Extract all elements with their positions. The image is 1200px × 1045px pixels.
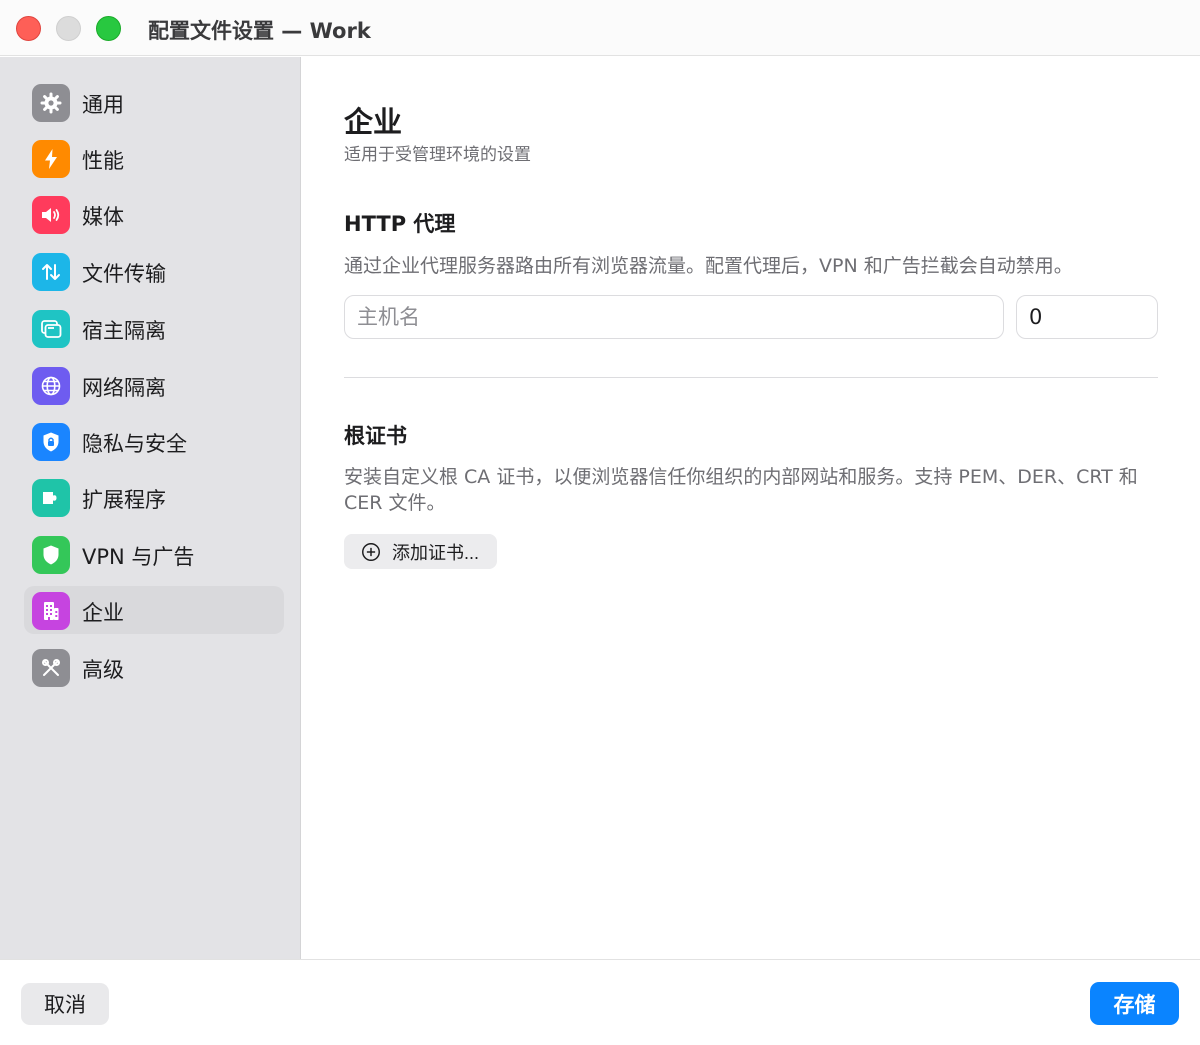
save-button[interactable]: 存储 (1090, 982, 1179, 1025)
sidebar-item-label: 性能 (82, 149, 124, 173)
sidebar-item-label: 扩展程序 (82, 488, 166, 512)
puzzle-icon (32, 479, 70, 517)
cancel-button[interactable]: 取消 (21, 983, 109, 1025)
window-stack-icon (32, 310, 70, 348)
title-bar: 配置文件设置 — Work (0, 0, 1200, 56)
proxy-section-title: HTTP 代理 (344, 212, 456, 236)
sidebar-item-label: VPN 与广告 (82, 545, 195, 569)
page-subtitle: 适用于受管理环境的设置 (344, 145, 531, 165)
footer-bar: 取消 存储 (0, 959, 1200, 1045)
section-divider (344, 377, 1158, 378)
sidebar-item-label: 通用 (82, 93, 124, 117)
proxy-section-description: 通过企业代理服务器路由所有浏览器流量。配置代理后，VPN 和广告拦截会自动禁用。 (344, 255, 1073, 277)
sidebar-item-label: 文件传输 (82, 262, 166, 286)
page-title: 企业 (344, 105, 403, 139)
zoom-window-button[interactable] (96, 16, 121, 41)
tools-icon (32, 649, 70, 687)
sidebar-item-performance[interactable]: 性能 (24, 134, 284, 182)
sidebar-item-extensions[interactable]: 扩展程序 (24, 473, 284, 521)
add-certificate-label: 添加证书... (392, 542, 480, 563)
sidebar-item-enterprise[interactable]: 企业 (24, 586, 284, 634)
window-title: 配置文件设置 — Work (148, 19, 371, 43)
add-certificate-button[interactable]: 添加证书... (344, 534, 498, 569)
sidebar: 通用 性能 媒体 文件传输 宿主隔离 网络隔离 隐私与安全 扩展程序 VPN 与… (0, 57, 301, 959)
sidebar-item-label: 高级 (82, 658, 124, 682)
sidebar-item-label: 媒体 (82, 205, 124, 229)
transfer-arrows-icon (32, 253, 70, 291)
gear-icon (32, 84, 70, 122)
building-icon (32, 592, 70, 630)
globe-icon (32, 367, 70, 405)
sidebar-item-privacy-security[interactable]: 隐私与安全 (24, 417, 284, 465)
proxy-port-input[interactable] (1016, 295, 1158, 339)
sidebar-item-general[interactable]: 通用 (24, 78, 284, 126)
sidebar-item-media[interactable]: 媒体 (24, 190, 284, 238)
close-window-button[interactable] (16, 16, 41, 41)
sidebar-item-host-isolation[interactable]: 宿主隔离 (24, 304, 284, 352)
certs-section-title: 根证书 (344, 424, 407, 448)
plus-circle-icon (362, 542, 380, 561)
certs-section-description: 安装自定义根 CA 证书，以便浏览器信任你组织的内部网站和服务。支持 PEM、D… (344, 466, 1138, 514)
sidebar-item-label: 宿主隔离 (82, 319, 166, 343)
main-content: 企业 适用于受管理环境的设置 HTTP 代理 通过企业代理服务器路由所有浏览器流… (302, 57, 1200, 959)
sidebar-item-network-isolation[interactable]: 网络隔离 (24, 361, 284, 409)
settings-window: 配置文件设置 — Work 通用 性能 媒体 文件传输 宿主隔离 网络隔离 隐私… (0, 0, 1200, 1045)
sidebar-item-label: 企业 (82, 601, 124, 625)
sidebar-item-label: 隐私与安全 (82, 432, 187, 456)
minimize-window-button[interactable] (56, 16, 81, 41)
sidebar-item-file-transfer[interactable]: 文件传输 (24, 247, 284, 295)
shield-icon (32, 536, 70, 574)
sidebar-item-label: 网络隔离 (82, 376, 166, 400)
lock-shield-icon (32, 423, 70, 461)
bolt-icon (32, 140, 70, 178)
proxy-host-input[interactable] (344, 295, 1004, 339)
sidebar-item-advanced[interactable]: 高级 (24, 643, 284, 691)
speaker-icon (32, 196, 70, 234)
sidebar-item-vpn-ads[interactable]: VPN 与广告 (24, 530, 284, 578)
